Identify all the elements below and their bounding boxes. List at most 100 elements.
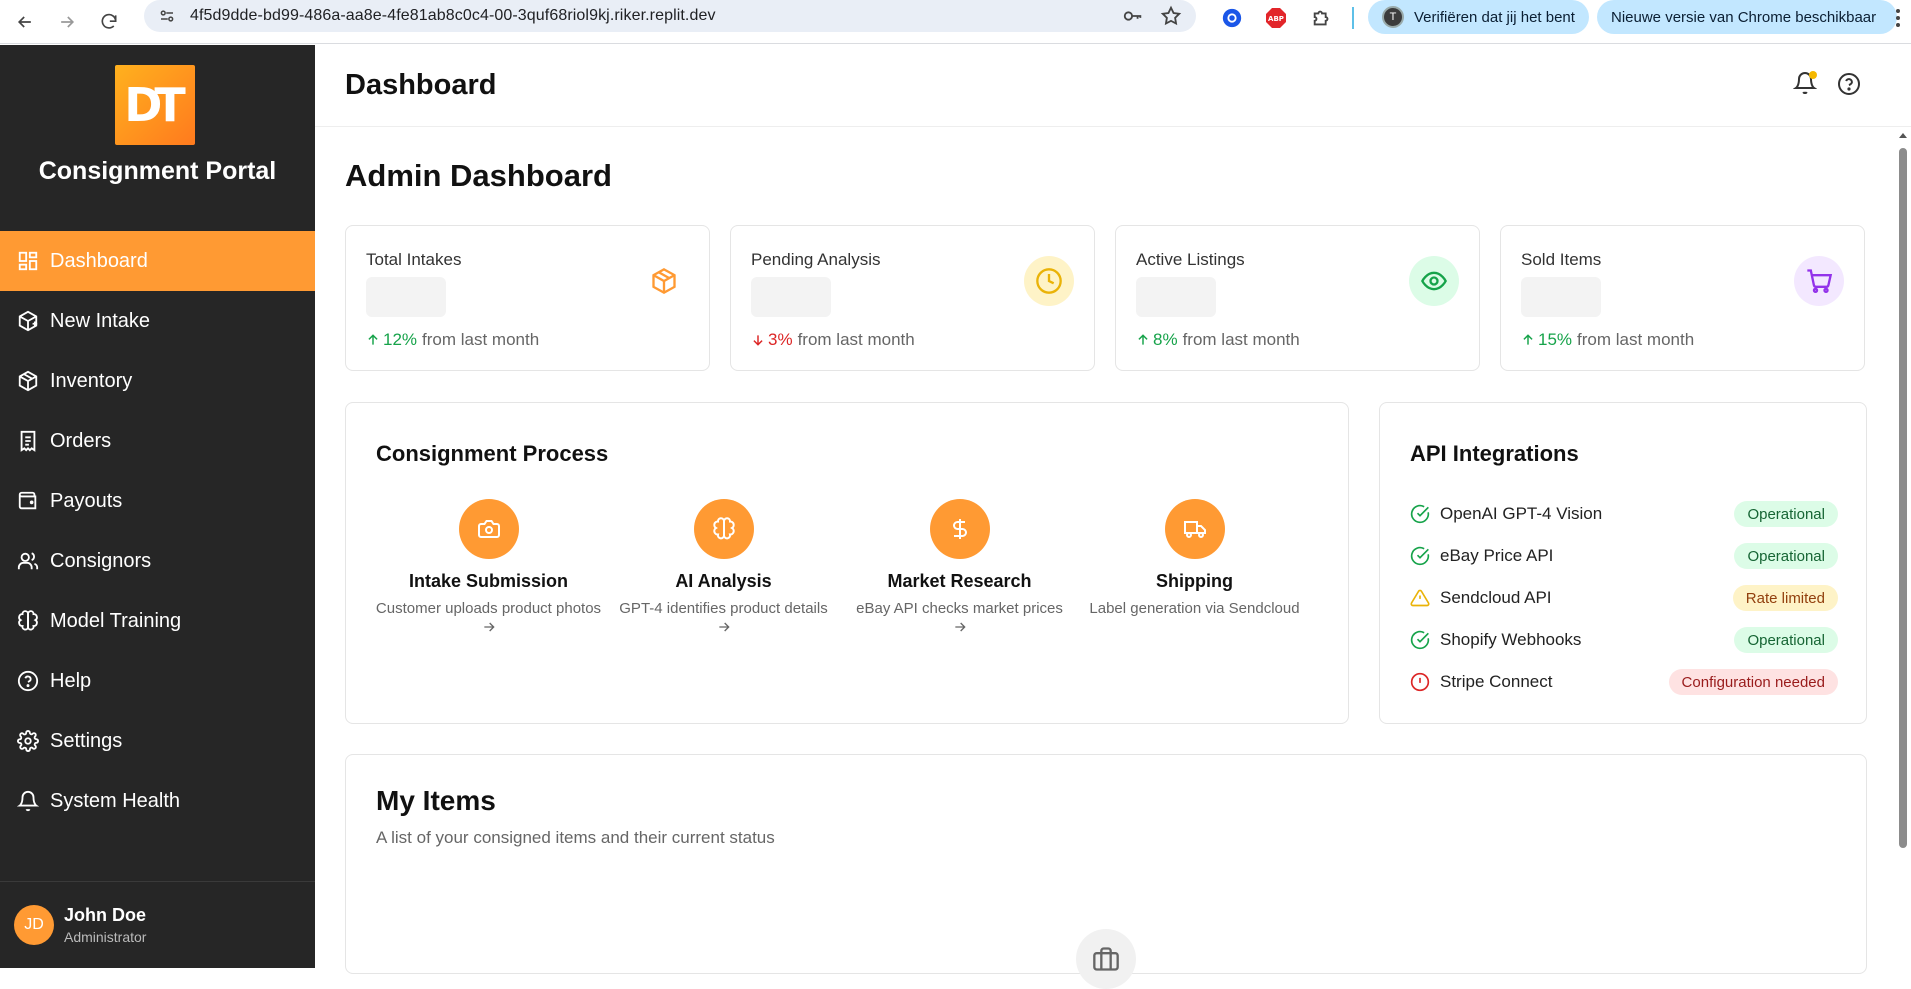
package-icon (639, 256, 689, 306)
address-bar[interactable]: 4f5d9dde-bd99-486a-aa8e-4fe81ab8c0c4-00-… (144, 0, 1196, 32)
app-logo[interactable]: DT (115, 65, 195, 145)
stat-label: Total Intakes (366, 250, 462, 269)
dollar-icon (929, 499, 990, 559)
brain-icon (16, 609, 40, 633)
card-title: My Items (376, 785, 496, 816)
sidebar: DT Consignment Portal Dashboard New Inta… (0, 45, 315, 968)
box-icon (16, 369, 40, 393)
stat-card-total-intakes: Total Intakes 12% from last month (345, 225, 710, 371)
sidebar-item-consignors[interactable]: Consignors (0, 531, 315, 591)
extensions-puzzle-icon[interactable] (1310, 6, 1334, 30)
back-button[interactable] (10, 7, 40, 37)
arrow-up-icon (366, 333, 380, 347)
step-desc: eBay API checks market prices (856, 600, 1063, 617)
status-badge: Rate limited (1732, 585, 1838, 611)
user-name: John Doe (64, 905, 147, 925)
gear-icon (16, 729, 40, 753)
stat-trend-suffix: from last month (797, 330, 915, 349)
extension-circle-icon[interactable] (1220, 6, 1244, 30)
check-circle-icon (1410, 630, 1430, 650)
key-icon[interactable] (1122, 5, 1144, 27)
browser-toolbar: 4f5d9dde-bd99-486a-aa8e-4fe81ab8c0c4-00-… (0, 0, 1911, 44)
eye-icon (1409, 256, 1459, 306)
stat-trend: 8% from last month (1136, 330, 1300, 350)
camera-icon (458, 499, 519, 559)
avatar: JD (14, 905, 54, 945)
api-row-ebay: eBay Price API Operational (1410, 543, 1838, 569)
sidebar-item-settings[interactable]: Settings (0, 711, 315, 771)
kebab-menu-icon[interactable] (1895, 8, 1901, 28)
sidebar-item-label: Model Training (50, 609, 182, 632)
sidebar-item-label: Settings (50, 729, 123, 752)
sidebar-item-help[interactable]: Help (0, 651, 315, 711)
stat-value-skeleton (751, 277, 831, 317)
api-row-stripe: Stripe Connect Configuration needed (1410, 669, 1838, 695)
adblock-icon[interactable]: ABP (1264, 6, 1288, 30)
sidebar-item-new-intake[interactable]: New Intake (0, 291, 315, 351)
dashboard-icon (16, 249, 40, 273)
stat-trend: 12% from last month (366, 330, 539, 350)
brand-name: Consignment Portal (38, 157, 277, 185)
api-row-openai: OpenAI GPT-4 Vision Operational (1410, 501, 1838, 527)
process-step-market-research: Market Research eBay API checks market p… (842, 499, 1077, 635)
toolbar-divider (1352, 7, 1354, 29)
sidebar-item-payouts[interactable]: Payouts (0, 471, 315, 531)
clock-icon (1024, 256, 1074, 306)
stat-trend-pct: 3% (768, 330, 793, 349)
sidebar-item-system-health[interactable]: System Health (0, 771, 315, 831)
scrollbar-thumb[interactable] (1899, 148, 1907, 848)
process-step-ai-analysis: AI Analysis GPT-4 identifies product det… (606, 499, 841, 635)
logo-text: DT (124, 78, 185, 132)
stat-label: Sold Items (1521, 250, 1602, 269)
check-circle-icon (1410, 546, 1430, 566)
status-badge: Configuration needed (1668, 669, 1838, 695)
package-plus-icon (16, 309, 40, 333)
stat-label: Active Listings (1136, 250, 1245, 269)
sidebar-item-dashboard[interactable]: Dashboard (0, 231, 315, 291)
wallet-icon (16, 489, 40, 513)
stat-card-active-listings: Active Listings 8% from last month (1115, 225, 1480, 371)
stat-trend: 3% from last month (751, 330, 915, 350)
page-scrollbar[interactable] (1897, 130, 1909, 968)
sidebar-item-label: Consignors (50, 549, 152, 572)
verify-chip-label: Verifiëren dat jij het bent (1414, 8, 1575, 26)
dashboard-heading: Admin Dashboard (345, 158, 612, 193)
url-text[interactable]: 4f5d9dde-bd99-486a-aa8e-4fe81ab8c0c4-00-… (190, 7, 716, 25)
brain-icon (693, 499, 754, 559)
update-chip-label: Nieuwe versie van Chrome beschikbaar (1611, 8, 1877, 26)
site-info-icon[interactable] (158, 7, 176, 25)
sidebar-item-orders[interactable]: Orders (0, 411, 315, 471)
user-profile[interactable]: JD John Doe Administrator (0, 881, 315, 968)
chrome-update-chip[interactable]: Nieuwe versie van Chrome beschikbaar (1597, 0, 1897, 34)
stat-trend-suffix: from last month (422, 330, 540, 349)
stat-trend: 15% from last month (1521, 330, 1694, 350)
api-row-shopify: Shopify Webhooks Operational (1410, 627, 1838, 653)
stat-label: Pending Analysis (751, 250, 881, 269)
status-badge: Operational (1734, 501, 1838, 527)
sidebar-item-label: Payouts (50, 489, 123, 512)
sidebar-item-label: New Intake (50, 309, 151, 332)
alert-circle-icon (1410, 672, 1430, 692)
notifications-button[interactable] (1793, 71, 1817, 95)
sidebar-item-label: System Health (50, 789, 181, 812)
scroll-up-icon[interactable] (1899, 132, 1907, 140)
bookmark-star-icon[interactable] (1160, 5, 1182, 27)
card-title: Consignment Process (376, 441, 609, 466)
sidebar-item-inventory[interactable]: Inventory (0, 351, 315, 411)
help-circle-icon (16, 669, 40, 693)
sidebar-item-label: Help (50, 669, 92, 692)
cart-icon (1794, 256, 1844, 306)
help-button[interactable] (1837, 72, 1861, 96)
arrow-right-icon (716, 619, 732, 635)
sidebar-item-label: Orders (50, 429, 112, 452)
profile-avatar: T (1382, 6, 1404, 28)
status-badge: Operational (1734, 627, 1838, 653)
profile-verify-chip[interactable]: T Verifiëren dat jij het bent (1368, 0, 1589, 34)
stat-value-skeleton (1136, 277, 1216, 317)
reload-button[interactable] (94, 7, 124, 37)
stat-value-skeleton (366, 277, 446, 317)
consignment-process-card: Consignment Process Intake Submission Cu… (345, 402, 1349, 724)
sidebar-item-model-training[interactable]: Model Training (0, 591, 315, 651)
forward-button[interactable] (52, 7, 82, 37)
api-name: OpenAI GPT-4 Vision (1440, 504, 1603, 523)
